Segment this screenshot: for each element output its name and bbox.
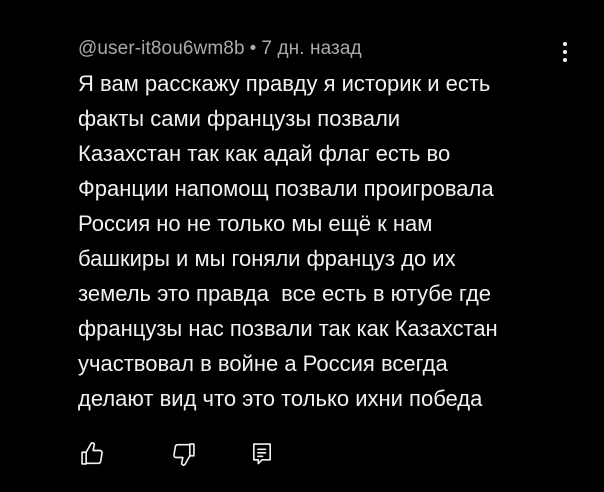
comment-text: Я вам расскажу правду я историк и есть ф… [78,66,578,416]
more-dot-middle [563,50,567,54]
author-handle[interactable]: @user-it8ou6wm8b [78,38,245,59]
like-button[interactable] [78,440,106,468]
comment-line: Франции напомощ позвали проигровала [78,176,494,201]
meta-separator: • [249,38,257,59]
comment-line: факты сами французы позвали [78,106,401,131]
reply-comment-icon [253,443,271,465]
reply-button[interactable] [248,440,276,468]
comment-timestamp[interactable]: 7 дн. назад [261,38,361,59]
comment-line: Россия но не только мы ещё к нам [78,211,433,236]
thumbs-up-icon [81,442,103,465]
comment-line: делают вид что это только ихни победа [78,386,483,411]
more-dot-bottom [563,58,567,62]
comment-line: Я вам расскажу правду я историк и есть [78,71,491,96]
comment-card: @user-it8ou6wm8b • 7 дн. назад Я вам расск… [0,0,604,492]
comment-line: башкиры и мы гоняли француз до их [78,246,456,271]
comment-line: французы нас позвали так как Казахстан [78,316,498,341]
comment-line: участвовал в войне а Россия всегда [78,351,448,376]
dislike-button[interactable] [170,440,198,468]
comment-line: земель это правда все есть в ютубе где [78,281,492,306]
comment-line: Казахстан так как адай флаг есть во [78,141,451,166]
more-dot-top [563,42,567,46]
thumbs-down-icon [173,443,195,466]
comment-header: @user-it8ou6wm8b • 7 дн. назад [78,38,362,60]
